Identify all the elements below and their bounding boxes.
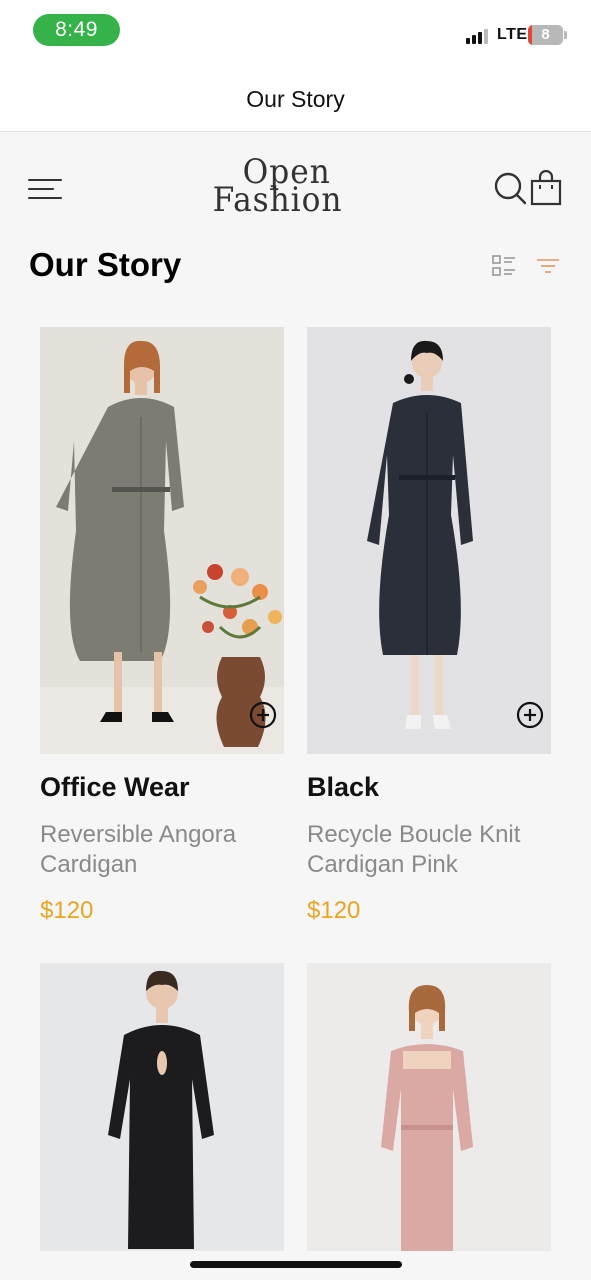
- section-title: Our Story: [29, 246, 182, 283]
- network-label: LTE: [497, 26, 528, 43]
- product-title[interactable]: Office Wear: [40, 772, 190, 803]
- product-card[interactable]: Black Recycle Boucle Knit Cardigan Pink …: [307, 327, 551, 927]
- signal-strength-icon: [466, 28, 490, 44]
- home-indicator[interactable]: [190, 1261, 402, 1268]
- product-card[interactable]: [307, 963, 551, 1251]
- product-title[interactable]: Black: [307, 772, 379, 803]
- menu-icon[interactable]: [28, 174, 64, 202]
- status-time: 8:49: [33, 14, 120, 46]
- product-card[interactable]: Office Wear Reversible Angora Cardigan $…: [40, 327, 284, 927]
- logo-line-2: Fashion: [212, 180, 343, 220]
- product-image[interactable]: [307, 963, 551, 1251]
- shopping-bag-icon[interactable]: [530, 170, 562, 206]
- battery-level: 8: [541, 26, 550, 43]
- battery-icon: 8: [528, 25, 563, 45]
- product-card[interactable]: [40, 963, 284, 1251]
- product-price: $120: [40, 897, 94, 924]
- product-image[interactable]: [307, 327, 551, 754]
- search-icon[interactable]: [494, 172, 526, 206]
- add-to-cart-icon[interactable]: [515, 700, 545, 730]
- filter-icon[interactable]: [536, 256, 560, 276]
- status-bar: 8:49 LTE 8: [0, 0, 591, 62]
- brand-logo[interactable]: Open Fashion: [195, 155, 360, 224]
- product-description: Recycle Boucle Knit Cardigan Pink: [307, 821, 521, 878]
- product-image[interactable]: [40, 963, 284, 1251]
- product-description: Reversible Angora Cardigan: [40, 821, 237, 878]
- product-price: $120: [307, 897, 361, 924]
- product-image[interactable]: [40, 327, 284, 754]
- navigation-bar: Our Story: [0, 62, 591, 132]
- add-to-cart-icon[interactable]: [248, 700, 278, 730]
- grid-view-icon[interactable]: [492, 254, 516, 278]
- nav-title: Our Story: [246, 86, 345, 112]
